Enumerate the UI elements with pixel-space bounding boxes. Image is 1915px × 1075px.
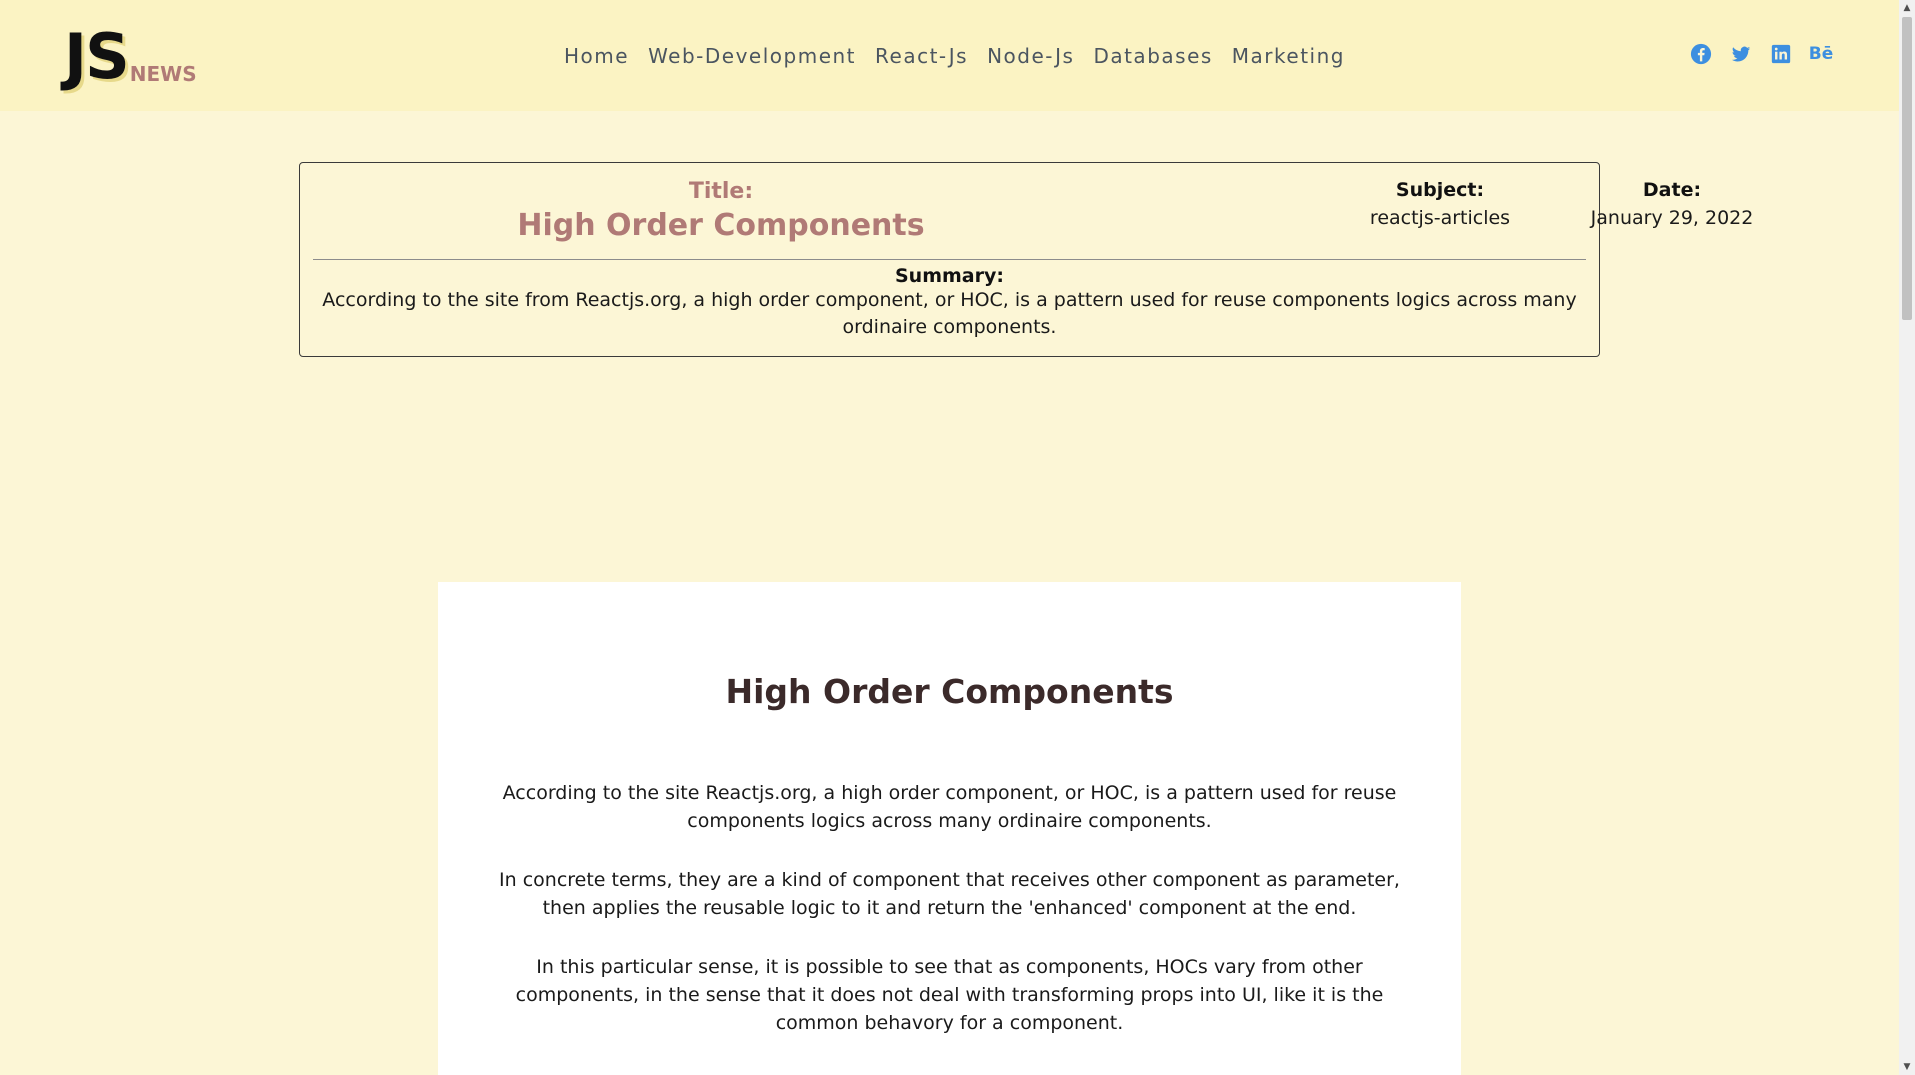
- scroll-up-arrow-icon[interactable]: ▲: [1899, 0, 1915, 16]
- behance-icon[interactable]: Bē: [1808, 43, 1834, 65]
- card-subject-block: Subject: reactjs-articles: [1335, 179, 1545, 229]
- nav-marketing[interactable]: Marketing: [1232, 44, 1345, 68]
- facebook-icon[interactable]: [1690, 43, 1712, 65]
- nav-web-development[interactable]: Web-Development: [648, 44, 856, 68]
- site-header: JS NEWS Home Web-Development React-Js No…: [0, 0, 1899, 111]
- card-date: January 29, 2022: [1590, 207, 1754, 229]
- nav-node-js[interactable]: Node-Js: [987, 44, 1074, 68]
- article-paragraph: In this particular sense, it is possible…: [515, 956, 1384, 1034]
- card-subject-label: Subject:: [1395, 179, 1485, 201]
- card-date-block: Date: January 29, 2022: [1567, 179, 1777, 229]
- card-summary-block: Summary: According to the site from Reac…: [320, 265, 1579, 341]
- logo-news: NEWS: [129, 62, 197, 86]
- vertical-scrollbar[interactable]: ▲ ▼: [1899, 0, 1915, 1075]
- card-summary-label: Summary:: [895, 265, 1004, 287]
- main-nav: Home Web-Development React-Js Node-Js Da…: [564, 44, 1364, 68]
- card-subject: reactjs-articles: [1369, 207, 1511, 229]
- article-title: High Order Components: [725, 672, 1174, 711]
- social-links: Bē: [1690, 43, 1834, 65]
- card-title-block: Title: High Order Components: [300, 179, 1142, 243]
- nav-databases[interactable]: Databases: [1093, 44, 1212, 68]
- scroll-down-arrow-icon[interactable]: ▼: [1899, 1059, 1915, 1075]
- article-paragraph: In concrete terms, they are a kind of co…: [499, 869, 1400, 919]
- nav-home[interactable]: Home: [564, 44, 629, 68]
- behance-glyph: Bē: [1808, 44, 1834, 64]
- article-paragraph: According to the site Reactjs.org, a hig…: [502, 782, 1397, 832]
- scrollbar-thumb[interactable]: [1902, 17, 1912, 320]
- site-logo[interactable]: JS NEWS: [64, 26, 197, 88]
- card-divider: [313, 259, 1586, 260]
- logo-js: JS: [64, 20, 130, 93]
- card-title-label: Title:: [688, 179, 754, 204]
- page: JS NEWS Home Web-Development React-Js No…: [0, 0, 1899, 1075]
- nav-react-js[interactable]: React-Js: [875, 44, 968, 68]
- article-body-panel: High Order Components According to the s…: [438, 582, 1461, 1075]
- article-content: According to the site Reactjs.org, a hig…: [476, 779, 1423, 1068]
- article-summary-card: Title: High Order Components Subject: re…: [299, 162, 1753, 357]
- card-summary: According to the site from Reactjs.org, …: [322, 289, 1577, 338]
- twitter-icon[interactable]: [1730, 43, 1752, 65]
- card-title: High Order Components: [517, 208, 925, 243]
- card-date-label: Date:: [1642, 179, 1702, 201]
- linkedin-icon[interactable]: [1770, 43, 1792, 65]
